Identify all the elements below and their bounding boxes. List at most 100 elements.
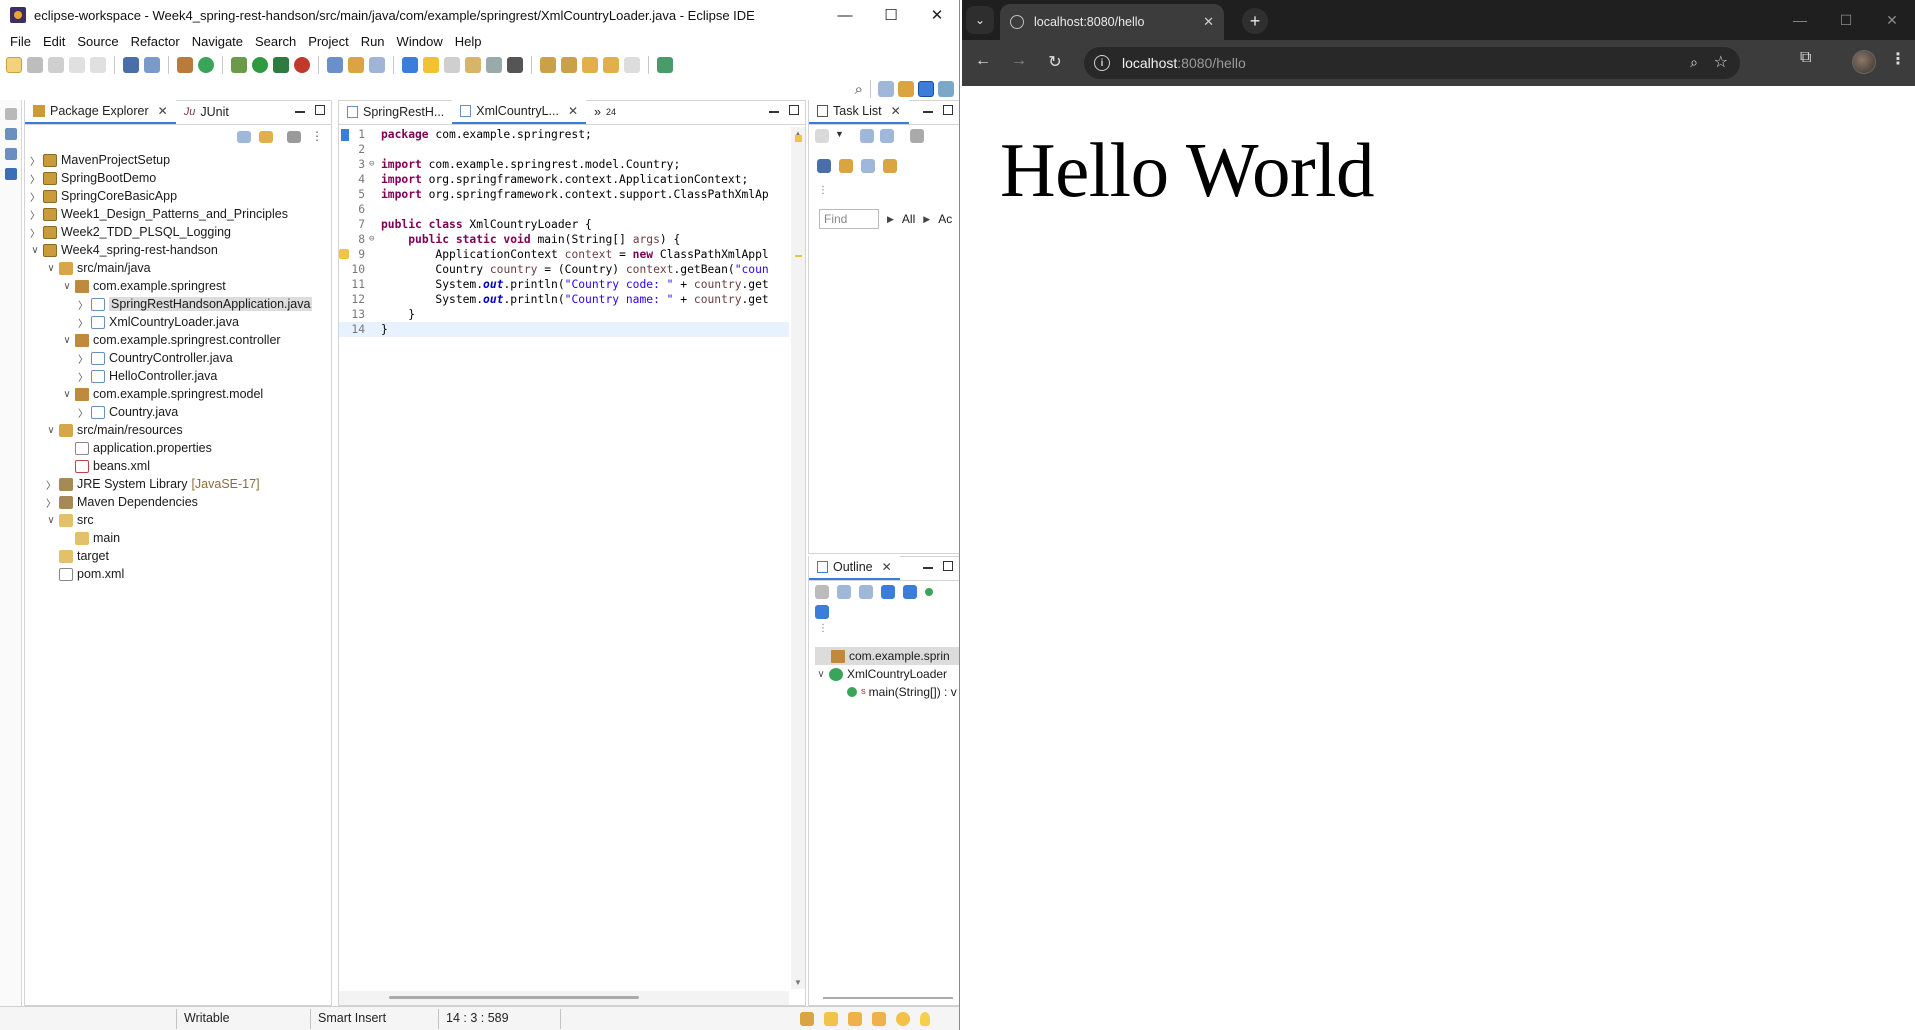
fold-marker[interactable]	[369, 202, 377, 217]
fold-marker[interactable]	[369, 292, 377, 307]
horizontal-scrollbar[interactable]	[339, 991, 789, 1005]
chevron-down-icon[interactable]: ∨	[29, 245, 41, 256]
zoom-icon[interactable]: ⌕	[1690, 54, 1698, 71]
chevron-right-icon[interactable]: 〉	[29, 153, 41, 168]
close-icon[interactable]: ✕	[158, 104, 168, 118]
maximize-view-button[interactable]	[943, 561, 953, 571]
search-icon[interactable]: ⌕	[855, 81, 863, 98]
tree-item[interactable]: ∨ com.example.springrest.controller	[29, 331, 327, 349]
tree-item[interactable]: 〉 XmlCountryLoader.java	[29, 313, 327, 331]
show-whitespace-icon[interactable]	[486, 57, 502, 73]
chevron-down-icon[interactable]: ∨	[61, 389, 73, 400]
view-menu-icon[interactable]: ⋮	[818, 185, 828, 196]
chevron-down-icon[interactable]: ▼	[835, 129, 844, 143]
skip-breakpoints-icon[interactable]	[144, 57, 160, 73]
expand-all-icon[interactable]	[837, 585, 851, 599]
categorized-icon[interactable]	[859, 129, 874, 143]
hide-fields-icon[interactable]	[881, 585, 895, 599]
fold-marker[interactable]	[369, 187, 377, 202]
menu-window[interactable]: Window	[391, 34, 449, 49]
maximize-view-button[interactable]	[943, 105, 953, 115]
minimize-view-button[interactable]	[769, 111, 779, 113]
next-annotation-icon[interactable]	[540, 57, 556, 73]
tree-item[interactable]: ∨ src/main/java	[29, 259, 327, 277]
vertical-scrollbar[interactable]: ▲ ▼	[791, 127, 805, 989]
open-type-icon[interactable]	[348, 57, 364, 73]
fold-marker[interactable]	[369, 127, 377, 142]
java-perspective-icon[interactable]	[918, 81, 934, 97]
tab-junit[interactable]: Ju JUnit	[176, 100, 237, 124]
forward-icon[interactable]	[624, 57, 640, 73]
chevron-down-icon[interactable]: ∨	[45, 425, 57, 436]
fold-marker[interactable]	[369, 172, 377, 187]
javadoc-icon[interactable]	[5, 148, 17, 160]
coverage-icon[interactable]	[273, 57, 289, 73]
forward-icon[interactable]: →	[1008, 52, 1030, 70]
outline-item[interactable]: Smain(String[]) : v	[815, 683, 959, 701]
maximize-button[interactable]: ☐	[868, 0, 914, 30]
tree-item[interactable]: 〉 MavenProjectSetup	[29, 151, 327, 169]
progress-icon[interactable]	[800, 1012, 814, 1026]
back-icon[interactable]	[603, 57, 619, 73]
collapse-all-icon[interactable]	[237, 131, 251, 143]
close-button[interactable]: ✕	[914, 0, 959, 30]
chevron-down-icon[interactable]: ∨	[45, 263, 57, 274]
collapse-icon[interactable]	[839, 159, 853, 173]
chevron-down-icon[interactable]: ∨	[61, 335, 73, 346]
fold-marker[interactable]	[369, 277, 377, 292]
tree-item[interactable]: 〉 Country.java	[29, 403, 327, 421]
tree-item[interactable]: 〉 CountryController.java	[29, 349, 327, 367]
close-icon[interactable]: ✕	[882, 560, 892, 574]
chevron-down-icon[interactable]: ∨	[61, 281, 73, 292]
debug-perspective-icon[interactable]	[938, 81, 954, 97]
tab-search-button[interactable]: ⌄	[966, 6, 994, 34]
filter-all[interactable]: All	[902, 212, 915, 226]
chevron-right-icon[interactable]: 〉	[77, 297, 89, 312]
collapse-all-icon[interactable]	[815, 585, 829, 599]
tree-item[interactable]: 〉 SpringCoreBasicApp	[29, 187, 327, 205]
last-edit-icon[interactable]	[582, 57, 598, 73]
menu-navigate[interactable]: Navigate	[186, 34, 249, 49]
horizontal-scrollbar[interactable]	[823, 997, 953, 999]
fold-marker[interactable]	[369, 322, 377, 337]
console-icon[interactable]	[5, 168, 17, 180]
external-tools-icon[interactable]	[294, 57, 310, 73]
chevron-right-icon[interactable]: 〉	[45, 495, 57, 510]
site-info-icon[interactable]: i	[1094, 55, 1110, 71]
hide-local-types-icon[interactable]	[815, 605, 829, 619]
pin-editor-icon[interactable]	[657, 57, 673, 73]
minimize-view-button[interactable]	[295, 111, 305, 113]
previous-annotation-icon[interactable]	[561, 57, 577, 73]
fold-marker[interactable]	[369, 142, 377, 157]
menu-file[interactable]: File	[4, 34, 37, 49]
menu-refactor[interactable]: Refactor	[125, 34, 186, 49]
tree-item[interactable]: pom.xml	[29, 565, 327, 583]
chevron-right-icon[interactable]: 〉	[77, 315, 89, 330]
code-editor[interactable]: 1 package com.example.springrest; 2 3 ⊖ imp…	[339, 127, 789, 989]
chevron-right-icon[interactable]: 〉	[29, 225, 41, 240]
fold-marker[interactable]	[369, 262, 377, 277]
link-with-editor-icon[interactable]	[259, 131, 273, 143]
outline-item[interactable]: ∨ XmlCountryLoader	[815, 665, 959, 683]
pencil-icon[interactable]	[872, 1012, 886, 1026]
menu-project[interactable]: Project	[302, 34, 354, 49]
reload-icon[interactable]: ↻	[1044, 52, 1066, 72]
tab-task-list[interactable]: Task List ✕	[809, 100, 909, 124]
menu-help[interactable]: Help	[449, 34, 488, 49]
learn-icon[interactable]	[848, 1012, 862, 1026]
focus-icon[interactable]	[909, 129, 924, 143]
chevron-right-icon[interactable]: 〉	[29, 171, 41, 186]
fold-marker[interactable]	[369, 307, 377, 322]
warning-icon[interactable]	[339, 249, 349, 259]
run-icon[interactable]	[252, 57, 268, 73]
fold-marker[interactable]: ⊖	[369, 157, 377, 172]
highlight-icon[interactable]	[423, 57, 439, 73]
word-wrap-icon[interactable]	[465, 57, 481, 73]
browser-tab[interactable]: localhost:8080/hello ✕	[1000, 4, 1224, 40]
menu-run[interactable]: Run	[355, 34, 391, 49]
minimize-button[interactable]: —	[1777, 0, 1823, 40]
tree-item[interactable]: ∨ src/main/resources	[29, 421, 327, 439]
tree-item[interactable]: ∨ Week4_spring-rest-handson	[29, 241, 327, 259]
smiley-icon[interactable]	[896, 1012, 910, 1026]
editor-tab-overflow[interactable]: » 24	[586, 100, 624, 124]
